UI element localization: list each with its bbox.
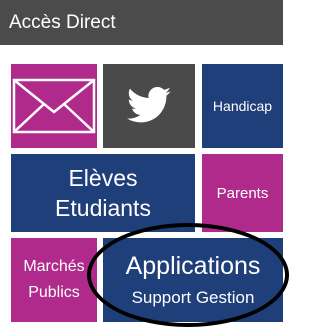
handicap-tile[interactable]: Handicap <box>202 64 283 148</box>
marches-publics-tile[interactable]: Marchés Publics <box>11 238 97 322</box>
envelope-icon <box>11 64 97 148</box>
applications-title: Applications <box>125 252 261 280</box>
marches-label: Marchés <box>23 258 85 275</box>
applications-tile[interactable]: Applications Support Gestion <box>103 238 283 322</box>
publics-label: Publics <box>28 284 80 301</box>
mail-tile[interactable] <box>11 64 97 148</box>
eleves-label: Elèves <box>68 165 138 191</box>
parents-tile[interactable]: Parents <box>202 154 283 232</box>
etudiants-label: Etudiants <box>55 195 151 221</box>
twitter-bird-icon <box>121 82 177 130</box>
parents-label: Parents <box>216 184 269 202</box>
twitter-tile[interactable] <box>103 64 195 148</box>
acces-direct-header: Accès Direct <box>0 0 283 45</box>
eleves-etudiants-tile[interactable]: Elèves Etudiants <box>11 154 195 232</box>
support-gestion-label: Support Gestion <box>131 288 255 307</box>
header-title: Accès Direct <box>9 12 116 33</box>
handicap-label: Handicap <box>212 98 273 114</box>
